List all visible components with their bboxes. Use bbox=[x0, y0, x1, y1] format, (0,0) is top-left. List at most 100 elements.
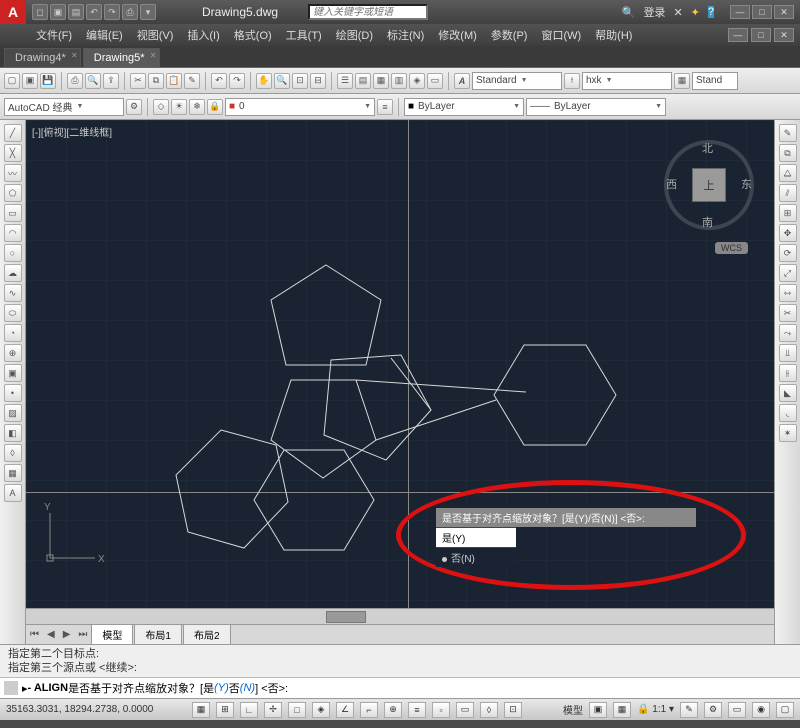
layout-icon[interactable]: ▣ bbox=[589, 702, 607, 718]
isolate-icon[interactable]: ◉ bbox=[752, 702, 770, 718]
text-style-combo[interactable]: Standard▼ bbox=[472, 72, 562, 90]
menu-modify[interactable]: 修改(M) bbox=[432, 25, 483, 45]
fillet-icon[interactable]: ◟ bbox=[779, 404, 797, 422]
arc-icon[interactable]: ◠ bbox=[4, 224, 22, 242]
mirror-icon[interactable]: ⧋ bbox=[779, 164, 797, 182]
circle-icon[interactable]: ○ bbox=[4, 244, 22, 262]
layer-state-icon[interactable]: ≡ bbox=[377, 99, 393, 115]
qv-icon[interactable]: ▦ bbox=[613, 702, 631, 718]
properties-icon[interactable]: ☰ bbox=[337, 73, 353, 89]
explode-icon[interactable]: ✶ bbox=[779, 424, 797, 442]
copy-icon[interactable]: ⧉ bbox=[148, 73, 164, 89]
save-icon[interactable]: ▤ bbox=[68, 4, 84, 20]
tablestyle-icon[interactable]: ▦ bbox=[674, 73, 690, 89]
line-icon[interactable]: ╱ bbox=[4, 124, 22, 142]
tpy-icon[interactable]: ▫ bbox=[432, 702, 450, 718]
chamfer-icon[interactable]: ◣ bbox=[779, 384, 797, 402]
gradient-icon[interactable]: ◧ bbox=[4, 424, 22, 442]
qat-more-icon[interactable]: ▾ bbox=[140, 4, 156, 20]
pline-icon[interactable]: 〰 bbox=[4, 164, 22, 182]
insert-icon[interactable]: ⊕ bbox=[4, 344, 22, 362]
join-icon[interactable]: ⫲ bbox=[779, 364, 797, 382]
gear-icon[interactable]: ⚙ bbox=[126, 99, 142, 115]
publish-icon[interactable]: ⇪ bbox=[103, 73, 119, 89]
close-icon[interactable]: ✕ bbox=[71, 51, 78, 60]
doc-minimize-button[interactable]: — bbox=[728, 28, 748, 42]
horizontal-scrollbar[interactable] bbox=[26, 608, 774, 624]
minimize-button[interactable]: — bbox=[730, 5, 750, 19]
freeze-icon[interactable]: ❄ bbox=[189, 99, 205, 115]
cut-icon[interactable]: ✂ bbox=[130, 73, 146, 89]
lock-icon[interactable]: 🔒 bbox=[207, 99, 223, 115]
anno-vis-icon[interactable]: ✎ bbox=[680, 702, 698, 718]
xline-icon[interactable]: ╳ bbox=[4, 144, 22, 162]
linetype-combo[interactable]: —— ByLayer▼ bbox=[526, 98, 666, 116]
ellipse-arc-icon[interactable]: ◔ bbox=[4, 324, 22, 342]
color-combo[interactable]: ■ ByLayer▼ bbox=[404, 98, 524, 116]
menu-draw[interactable]: 绘图(D) bbox=[330, 25, 379, 45]
otrack-icon[interactable]: ∠ bbox=[336, 702, 354, 718]
layout1-tab[interactable]: 布局1 bbox=[134, 624, 182, 645]
rectangle-icon[interactable]: ▭ bbox=[4, 204, 22, 222]
doc-maximize-button[interactable]: □ bbox=[751, 28, 771, 42]
workspace-combo[interactable]: AutoCAD 经典▼ bbox=[4, 98, 124, 116]
clean-screen-icon[interactable]: ▢ bbox=[776, 702, 794, 718]
wcs-badge[interactable]: WCS bbox=[715, 242, 748, 254]
open-icon[interactable]: ▣ bbox=[22, 73, 38, 89]
menu-insert[interactable]: 插入(I) bbox=[181, 25, 225, 45]
drawing-canvas[interactable]: [-][俯视][二维线框] bbox=[26, 120, 774, 608]
save-icon[interactable]: 💾 bbox=[40, 73, 56, 89]
lwt-icon[interactable]: ≡ bbox=[408, 702, 426, 718]
pan-icon[interactable]: ✋ bbox=[256, 73, 272, 89]
login-button[interactable]: 登录 bbox=[643, 4, 665, 20]
close-button[interactable]: ✕ bbox=[774, 5, 794, 19]
redo-icon[interactable]: ↷ bbox=[104, 4, 120, 20]
layer-icon[interactable]: ◇ bbox=[153, 99, 169, 115]
plot-icon[interactable]: ⎙ bbox=[67, 73, 83, 89]
zoom-window-icon[interactable]: ⊡ bbox=[292, 73, 308, 89]
undo-icon[interactable]: ↶ bbox=[86, 4, 102, 20]
maximize-button[interactable]: □ bbox=[752, 5, 772, 19]
menu-help[interactable]: 帮助(H) bbox=[589, 25, 638, 45]
trim-icon[interactable]: ✂ bbox=[779, 304, 797, 322]
dynamic-option-yes[interactable]: 是(Y) bbox=[436, 527, 516, 547]
extend-icon[interactable]: ⤳ bbox=[779, 324, 797, 342]
sun-icon[interactable]: ☀ bbox=[171, 99, 187, 115]
ellipse-icon[interactable]: ⬭ bbox=[4, 304, 22, 322]
redo-icon[interactable]: ↷ bbox=[229, 73, 245, 89]
ws-switch-icon[interactable]: ⚙ bbox=[704, 702, 722, 718]
command-line[interactable]: ▸ - ALIGN 是否基于对齐点缩放对象？[是(Y) 否(N)] <否>: bbox=[0, 677, 800, 698]
print-icon[interactable]: ⎙ bbox=[122, 4, 138, 20]
hardware-icon[interactable]: ▭ bbox=[728, 702, 746, 718]
new-icon[interactable]: ▢ bbox=[4, 73, 20, 89]
viewcube[interactable]: 上 北 南 东 西 bbox=[664, 140, 754, 230]
tool-palette-icon[interactable]: ▦ bbox=[373, 73, 389, 89]
mtext-icon[interactable]: A bbox=[4, 484, 22, 502]
tab-nav-prev-icon[interactable]: ◀ bbox=[43, 627, 59, 642]
layer-combo[interactable]: ■ 0 ▼ bbox=[225, 98, 375, 116]
polygon-icon[interactable]: ⬠ bbox=[4, 184, 22, 202]
copy-obj-icon[interactable]: ⧉ bbox=[779, 144, 797, 162]
sc-icon[interactable]: ◊ bbox=[480, 702, 498, 718]
osnap-icon[interactable]: □ bbox=[288, 702, 306, 718]
menu-format[interactable]: 格式(O) bbox=[228, 25, 278, 45]
point-icon[interactable]: • bbox=[4, 384, 22, 402]
revcloud-icon[interactable]: ☁ bbox=[4, 264, 22, 282]
sheet-set-icon[interactable]: ▥ bbox=[391, 73, 407, 89]
scale-icon[interactable]: ⤢ bbox=[779, 264, 797, 282]
snap-icon[interactable]: ▦ bbox=[192, 702, 210, 718]
search-input[interactable] bbox=[308, 4, 428, 20]
array-icon[interactable]: ⊞ bbox=[779, 204, 797, 222]
model-space-label[interactable]: 模型 bbox=[563, 702, 583, 717]
menu-edit[interactable]: 编辑(E) bbox=[80, 25, 129, 45]
offset-icon[interactable]: ⫽ bbox=[779, 184, 797, 202]
menu-tools[interactable]: 工具(T) bbox=[280, 25, 328, 45]
anno-scale[interactable]: 🔒 1:1 ▾ bbox=[637, 704, 674, 715]
calc-icon[interactable]: ▭ bbox=[427, 73, 443, 89]
coordinates-display[interactable]: 35163.3031, 18294.2738, 0.0000 bbox=[6, 704, 186, 715]
paste-icon[interactable]: 📋 bbox=[166, 73, 182, 89]
dimstyle-icon[interactable]: ⟊ bbox=[564, 73, 580, 89]
dyn-icon[interactable]: ⊕ bbox=[384, 702, 402, 718]
region-icon[interactable]: ◊ bbox=[4, 444, 22, 462]
3dosnap-icon[interactable]: ◈ bbox=[312, 702, 330, 718]
